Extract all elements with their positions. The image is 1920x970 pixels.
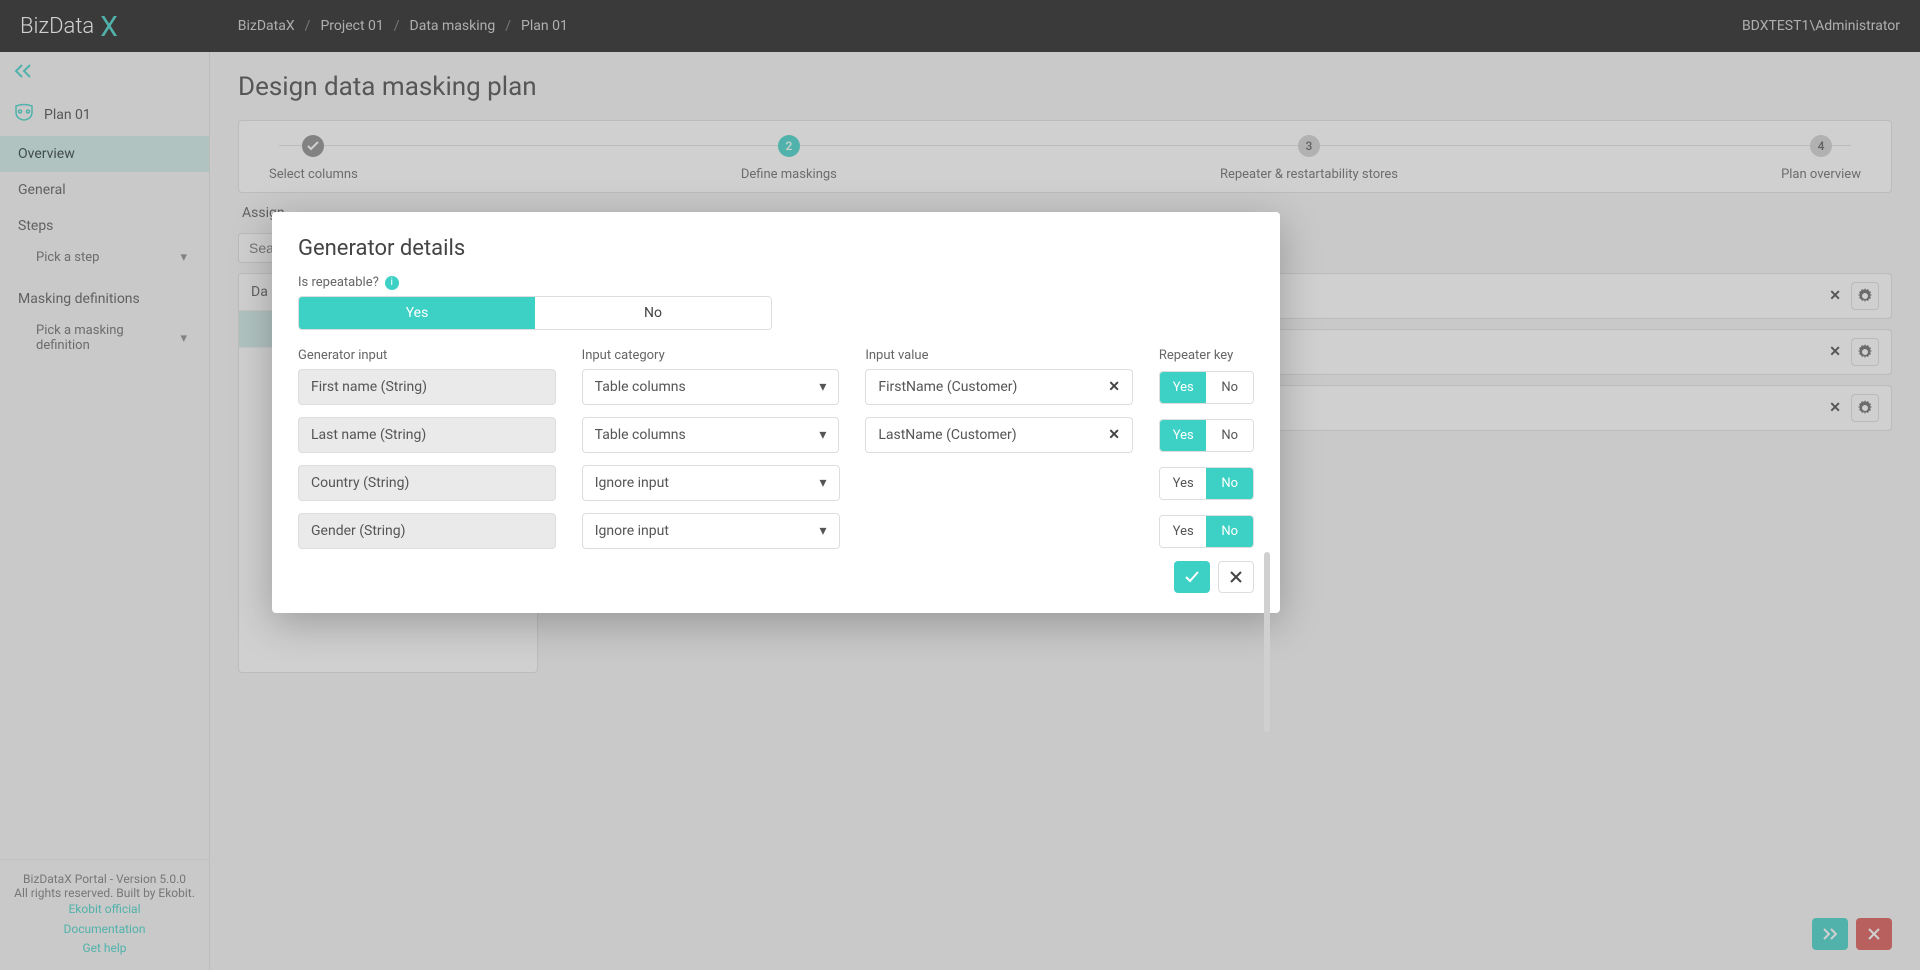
modal-actions	[298, 561, 1254, 593]
grid-headers: Generator input Input category Input val…	[298, 348, 1254, 363]
header-repeater-key: Repeater key	[1159, 348, 1254, 363]
header-input-value: Input value	[865, 348, 1133, 363]
generator-input-name: First name (String)	[298, 369, 556, 405]
close-button[interactable]	[1218, 561, 1254, 593]
clear-value-icon[interactable]: ✕	[1108, 379, 1120, 395]
input-category-value: Ignore input	[595, 523, 669, 539]
chevron-down-icon: ▾	[819, 523, 826, 539]
input-value-field[interactable]: FirstName (Customer) ✕	[865, 369, 1133, 405]
repeater-key-toggle: Yes No	[1159, 515, 1254, 548]
input-value-field[interactable]: LastName (Customer) ✕	[865, 417, 1133, 453]
repeater-yes[interactable]: Yes	[1160, 516, 1207, 547]
chevron-down-icon: ▾	[819, 379, 826, 395]
generator-input-name: Country (String)	[298, 465, 556, 501]
header-generator-input: Generator input	[298, 348, 556, 363]
info-icon[interactable]: i	[385, 276, 399, 290]
repeatable-yes[interactable]: Yes	[299, 297, 535, 329]
input-category-select[interactable]: Ignore input ▾	[582, 513, 840, 549]
input-value-text: FirstName (Customer)	[878, 379, 1017, 395]
repeater-no[interactable]: No	[1206, 420, 1253, 451]
input-category-value: Table columns	[595, 427, 686, 443]
repeater-key-toggle: Yes No	[1159, 467, 1254, 500]
input-category-value: Ignore input	[595, 475, 669, 491]
input-row: Gender (String) Ignore input ▾ Yes No	[298, 513, 1254, 549]
input-category-select[interactable]: Table columns ▾	[582, 417, 840, 453]
generator-input-name: Gender (String)	[298, 513, 556, 549]
modal-title: Generator details	[298, 236, 1254, 261]
repeater-yes[interactable]: Yes	[1160, 468, 1207, 499]
repeater-yes[interactable]: Yes	[1160, 420, 1207, 451]
repeater-key-toggle: Yes No	[1159, 371, 1254, 404]
input-row: Country (String) Ignore input ▾ Yes No	[298, 465, 1254, 501]
modal-scrollbar[interactable]	[1264, 552, 1270, 732]
repeater-key-toggle: Yes No	[1159, 419, 1254, 452]
chevron-down-icon: ▾	[819, 427, 826, 443]
repeater-no[interactable]: No	[1206, 516, 1253, 547]
repeater-no[interactable]: No	[1206, 372, 1253, 403]
input-row: Last name (String) Table columns ▾ LastN…	[298, 417, 1254, 453]
clear-value-icon[interactable]: ✕	[1108, 427, 1120, 443]
generator-details-modal: Generator details Is repeatable? i Yes N…	[272, 212, 1280, 613]
generator-input-name: Last name (String)	[298, 417, 556, 453]
header-input-category: Input category	[582, 348, 840, 363]
confirm-button[interactable]	[1174, 561, 1210, 593]
input-category-select[interactable]: Table columns ▾	[582, 369, 840, 405]
repeatable-label: Is repeatable? i	[298, 275, 1254, 290]
repeatable-toggle: Yes No	[298, 296, 772, 330]
repeater-no[interactable]: No	[1206, 468, 1253, 499]
input-category-value: Table columns	[595, 379, 686, 395]
repeatable-no[interactable]: No	[535, 297, 771, 329]
repeater-yes[interactable]: Yes	[1160, 372, 1207, 403]
input-category-select[interactable]: Ignore input ▾	[582, 465, 840, 501]
input-row: First name (String) Table columns ▾ Firs…	[298, 369, 1254, 405]
chevron-down-icon: ▾	[819, 475, 826, 491]
input-value-text: LastName (Customer)	[878, 427, 1016, 443]
